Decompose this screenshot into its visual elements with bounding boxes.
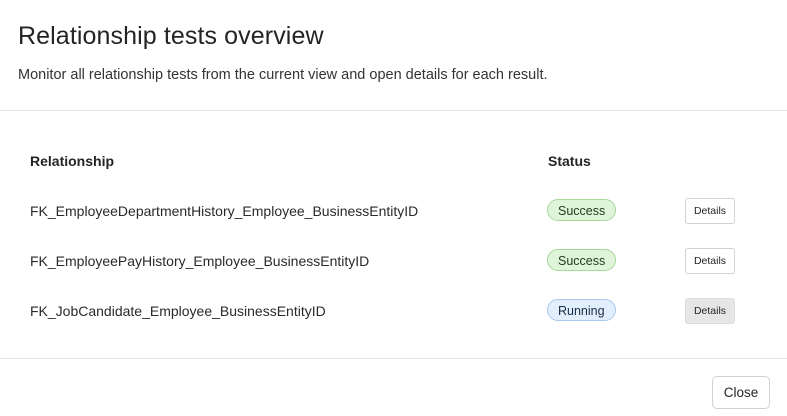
- dialog-header: Relationship tests overview Monitor all …: [0, 0, 787, 111]
- status-badge: Success: [547, 199, 617, 221]
- dialog-footer: Close: [0, 358, 787, 416]
- column-header-relationship: Relationship: [30, 153, 115, 169]
- column-header-status: Status: [548, 153, 591, 169]
- relationship-name: FK_JobCandidate_Employee_BusinessEntityI…: [30, 303, 326, 319]
- table-row: FK_EmployeePayHistory_Employee_BusinessE…: [30, 248, 750, 276]
- details-button[interactable]: Details: [685, 248, 735, 274]
- relationship-tests-dialog: Relationship tests overview Monitor all …: [0, 0, 787, 416]
- relationship-name: FK_EmployeePayHistory_Employee_BusinessE…: [30, 253, 370, 269]
- relationship-name: FK_EmployeeDepartmentHistory_Employee_Bu…: [30, 203, 419, 219]
- dialog-subtitle: Monitor all relationship tests from the …: [18, 67, 548, 83]
- details-button[interactable]: Details: [685, 198, 735, 224]
- dialog-title: Relationship tests overview: [18, 22, 324, 50]
- table-row: FK_EmployeeDepartmentHistory_Employee_Bu…: [30, 198, 750, 226]
- details-button[interactable]: Details: [685, 298, 735, 324]
- table-row: FK_JobCandidate_Employee_BusinessEntityI…: [30, 298, 750, 326]
- close-button[interactable]: Close: [712, 376, 770, 409]
- status-badge: Running: [547, 299, 616, 321]
- status-badge: Success: [547, 249, 617, 271]
